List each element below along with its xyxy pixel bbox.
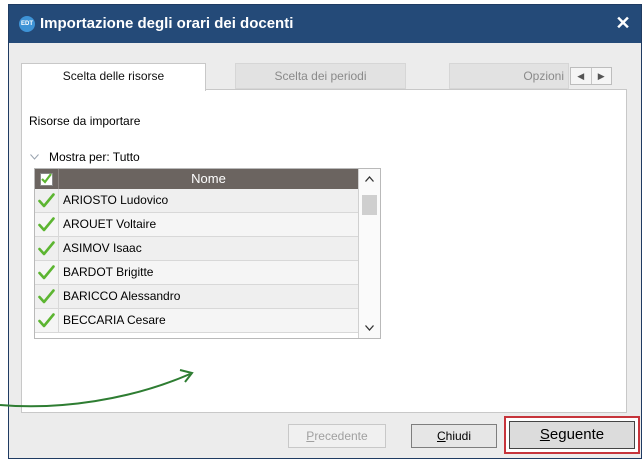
tab-opzioni[interactable]: Opzioni bbox=[449, 63, 569, 89]
tab-bar: Scelta delle risorse Scelta dei periodi … bbox=[9, 63, 641, 91]
chevron-down-icon bbox=[30, 154, 39, 160]
row-name: BARICCO Alessandro bbox=[63, 289, 181, 303]
scrollbar-thumb[interactable] bbox=[362, 195, 377, 215]
table-row[interactable]: ARIOSTO Ludovico bbox=[35, 189, 358, 213]
table-body: ARIOSTO Ludovico AROUET Voltaire ASIMOV Is… bbox=[35, 189, 358, 333]
check-icon bbox=[38, 217, 55, 232]
check-icon bbox=[38, 241, 55, 256]
row-checkbox[interactable] bbox=[35, 237, 59, 260]
close-icon[interactable]: ✕ bbox=[611, 11, 635, 35]
tab-scroll-right-icon[interactable]: ▶ bbox=[592, 68, 612, 84]
row-name: AROUET Voltaire bbox=[63, 217, 157, 231]
row-checkbox[interactable] bbox=[35, 261, 59, 284]
check-icon bbox=[41, 172, 52, 184]
tab-scroll-buttons: ◀ ▶ bbox=[570, 67, 612, 85]
annotation-arrow bbox=[0, 369, 194, 408]
title-bar: EDT Importazione degli orari dei docenti… bbox=[9, 5, 641, 43]
check-icon bbox=[38, 289, 55, 304]
row-name: ASIMOV Isaac bbox=[63, 241, 142, 255]
row-checkbox[interactable] bbox=[35, 213, 59, 236]
select-all-checkbox[interactable] bbox=[40, 172, 53, 186]
filter-toggle[interactable]: Mostra per: Tutto bbox=[30, 150, 140, 164]
filter-label: Mostra per: Tutto bbox=[49, 150, 140, 164]
app-icon: EDT bbox=[19, 16, 35, 32]
next-button[interactable]: Seguente bbox=[509, 421, 635, 449]
column-header-nome[interactable]: Nome bbox=[59, 169, 358, 189]
resources-table: Nome ARIOSTO Ludovico AROUET Voltaire ASIM… bbox=[34, 168, 381, 339]
close-button[interactable]: Chiudi bbox=[411, 424, 497, 448]
row-checkbox[interactable] bbox=[35, 189, 59, 212]
table-row[interactable]: BECCARIA Cesare bbox=[35, 309, 358, 333]
table-row[interactable]: ASIMOV Isaac bbox=[35, 237, 358, 261]
table-row[interactable]: BARICCO Alessandro bbox=[35, 285, 358, 309]
row-name: BARDOT Brigitte bbox=[63, 265, 154, 279]
tab-scelta-risorse[interactable]: Scelta delle risorse bbox=[21, 63, 206, 91]
scroll-down-icon[interactable] bbox=[359, 318, 380, 338]
row-name: BECCARIA Cesare bbox=[63, 313, 166, 327]
check-icon bbox=[38, 193, 55, 208]
table-row[interactable]: AROUET Voltaire bbox=[35, 213, 358, 237]
select-all-cell bbox=[35, 169, 59, 189]
previous-button[interactable]: Precedente bbox=[288, 424, 386, 448]
check-icon bbox=[38, 265, 55, 280]
tab-scelta-periodi[interactable]: Scelta dei periodi bbox=[235, 63, 406, 89]
vertical-scrollbar[interactable] bbox=[358, 169, 380, 338]
table-header: Nome bbox=[35, 169, 358, 189]
row-name: ARIOSTO Ludovico bbox=[63, 193, 169, 207]
scroll-up-icon[interactable] bbox=[359, 169, 380, 189]
check-icon bbox=[38, 313, 55, 328]
table-row[interactable]: BARDOT Brigitte bbox=[35, 261, 358, 285]
tab-scroll-left-icon[interactable]: ◀ bbox=[571, 68, 592, 84]
row-checkbox[interactable] bbox=[35, 285, 59, 308]
dialog-title: Importazione degli orari dei docenti bbox=[40, 15, 294, 32]
row-checkbox[interactable] bbox=[35, 309, 59, 332]
resources-label: Risorse da importare bbox=[29, 114, 141, 128]
